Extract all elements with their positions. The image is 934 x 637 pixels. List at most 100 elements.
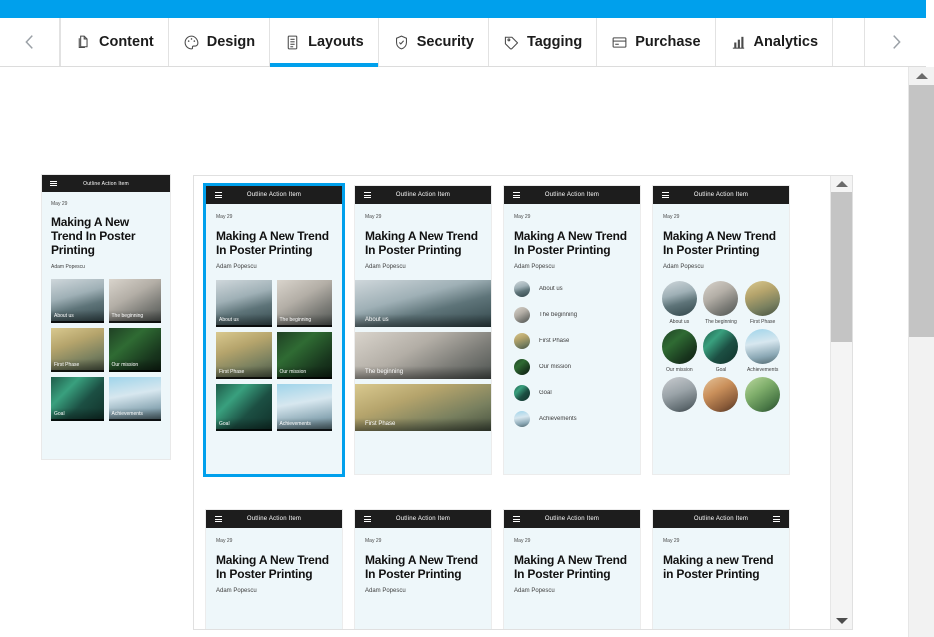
tab-design[interactable]: Design [169, 18, 271, 66]
layout-thumbnail-frame: Outline Action Item May 29 Making A New Tr… [504, 510, 640, 629]
mock-banner-list: About us The beginning First Phase [355, 270, 491, 435]
mock-list-item[interactable]: Our mission [514, 359, 630, 376]
mock-tile[interactable]: The beginning [276, 280, 332, 328]
mock-circle-item[interactable]: The beginning [702, 281, 741, 325]
mock-tile[interactable]: Achievements [276, 384, 332, 432]
chevron-left-icon [24, 35, 33, 49]
tab-analytics[interactable]: Analytics [716, 18, 834, 66]
tab-strip: Content Design Layouts Security Tagging Purch… [0, 18, 926, 67]
mock-app-bar-title: Outline Action Item [544, 516, 600, 522]
tab-layouts[interactable]: Layouts [270, 18, 379, 67]
tabs-next-arrow-button[interactable] [864, 18, 926, 66]
mock-tile[interactable]: Our mission [276, 332, 332, 380]
hamburger-menu-icon[interactable] [773, 516, 780, 522]
hamburger-menu-icon[interactable] [364, 516, 371, 522]
layout-thumbnail-text-only-a[interactable]: Outline Action Item May 29 Making A New Tr… [206, 510, 342, 629]
hamburger-menu-icon[interactable] [215, 516, 222, 522]
mock-banner[interactable]: About us [355, 280, 491, 328]
mock-tile-grid: About us The beginning First Phase Our miss… [206, 270, 342, 435]
grid-scroll-down-button[interactable] [831, 613, 852, 629]
chevron-right-icon [892, 35, 901, 49]
mock-circle-image [661, 377, 697, 413]
layout-thumbnail-avatar-list[interactable]: Outline Action Item May 29 Making A New Tr… [504, 186, 640, 474]
mock-list-avatar [514, 281, 530, 298]
mock-circle-item[interactable]: About us [660, 281, 699, 325]
mock-date: May 29 [216, 538, 233, 544]
mock-tile[interactable]: First Phase [216, 332, 272, 380]
mock-tile-underline [276, 377, 332, 380]
mock-banner[interactable]: The beginning [355, 332, 491, 380]
mock-circle-item[interactable]: First Phase [743, 281, 782, 325]
mock-list-item[interactable]: First Phase [514, 333, 630, 350]
mock-list-item[interactable]: Achievements [514, 411, 630, 428]
mock-tile[interactable]: Goal [51, 377, 104, 422]
mock-tile[interactable]: The beginning [108, 279, 161, 324]
mock-circle-item[interactable] [743, 377, 782, 413]
page-scroll-thumb[interactable] [909, 85, 934, 337]
page-scrollbar[interactable] [908, 67, 934, 637]
tab-label: Analytics [753, 34, 819, 50]
tab-security[interactable]: Security [379, 18, 489, 66]
hamburger-menu-icon[interactable] [50, 180, 57, 186]
mock-tile[interactable]: Goal [216, 384, 272, 432]
mock-list-item[interactable]: About us [514, 281, 630, 298]
mock-tile[interactable]: Our mission [108, 328, 161, 373]
phone-mock: Outline Action Item May 29 Making A New Tr… [206, 510, 342, 629]
layout-thumbnail-text-only-b[interactable]: Outline Action Item May 29 Making A New Tr… [355, 510, 491, 629]
layout-preview-large[interactable]: Outline Action Item May 29 Making A New Tr… [42, 175, 170, 459]
tab-tagging[interactable]: Tagging [489, 18, 598, 66]
layout-thumbnail-single-column-banners[interactable]: Outline Action Item May 29 Making A New Tr… [355, 186, 491, 474]
layout-thumbnail-frame: Outline Action Item May 29 Making A New Tr… [504, 186, 640, 474]
triangle-up-icon [835, 181, 848, 187]
page-scroll-up-button[interactable] [909, 67, 934, 85]
hamburger-menu-icon[interactable] [215, 192, 222, 198]
grid-scroll-thumb[interactable] [831, 192, 852, 342]
mock-circle-item[interactable]: Goal [702, 329, 741, 373]
mock-author: Adam Popescu [365, 588, 406, 595]
grid-scroll-up-button[interactable] [831, 176, 852, 192]
shield-check-icon [393, 34, 410, 51]
mock-tile[interactable]: First Phase [51, 328, 104, 373]
mock-tile[interactable]: Achievements [108, 377, 161, 422]
tab-purchase[interactable]: Purchase [597, 18, 716, 66]
mock-tile[interactable]: About us [216, 280, 272, 328]
mock-banner[interactable]: First Phase [355, 384, 491, 432]
mock-tile-underline [216, 325, 272, 328]
tab-label: Layouts [308, 34, 364, 50]
tabs-prev-arrow-button[interactable] [0, 18, 60, 66]
layout-thumbnail-text-only-c[interactable]: Outline Action Item May 29 Making A New Tr… [504, 510, 640, 629]
layout-thumbnail-frame: Outline Action Item May 29 Making A New Tr… [653, 186, 789, 474]
mock-circle-item[interactable] [660, 377, 699, 413]
mock-app-bar: Outline Action Item [42, 175, 170, 192]
hamburger-menu-icon[interactable] [513, 192, 520, 198]
mock-app-bar-title: Outline Action Item [395, 192, 451, 198]
mock-headline: Making A New Trend In Poster Printing [365, 229, 478, 258]
mock-app-bar: Outline Action Item [206, 510, 342, 528]
hamburger-menu-icon[interactable] [513, 516, 520, 522]
mock-list-item[interactable]: Goal [514, 385, 630, 402]
layout-thumbnail-text-only-right-menu[interactable]: Outline Action Item May 29 Making a new Tr… [653, 510, 789, 629]
layout-grid-scrollbar[interactable] [830, 176, 852, 629]
mock-date: May 29 [514, 214, 531, 220]
tab-content[interactable]: Content [60, 18, 169, 66]
tab-label: Security [416, 34, 474, 50]
mock-app-bar: Outline Action Item [355, 510, 491, 528]
mock-banner-caption: The beginning [355, 366, 491, 380]
tag-icon [503, 34, 520, 51]
mock-tile-underline [216, 377, 272, 380]
mock-circle-item[interactable] [702, 377, 741, 413]
mock-list-item[interactable]: The beginning [514, 307, 630, 324]
mock-list-avatar [514, 359, 530, 376]
mock-circle-item[interactable]: Our mission [660, 329, 699, 373]
layout-thumbnail-two-column-tiles[interactable]: Outline Action Item May 29 Making A New Tr… [203, 183, 345, 477]
layouts-panel: Outline Action Item May 29 Making A New Tr… [0, 67, 926, 637]
mock-circle-item[interactable]: Achievements [743, 329, 782, 373]
layout-thumbnail-circle-grid[interactable]: Outline Action Item May 29 Making A New Tr… [653, 186, 789, 474]
phone-mock: Outline Action Item May 29 Making A New Tr… [206, 186, 342, 474]
hamburger-menu-icon[interactable] [662, 192, 669, 198]
mock-tile-underline [216, 429, 272, 432]
palette-icon [183, 34, 200, 51]
hamburger-menu-icon[interactable] [364, 192, 371, 198]
mock-tile[interactable]: About us [51, 279, 104, 324]
mock-body: May 29 Making A New Trend In Poster Print… [206, 528, 342, 594]
